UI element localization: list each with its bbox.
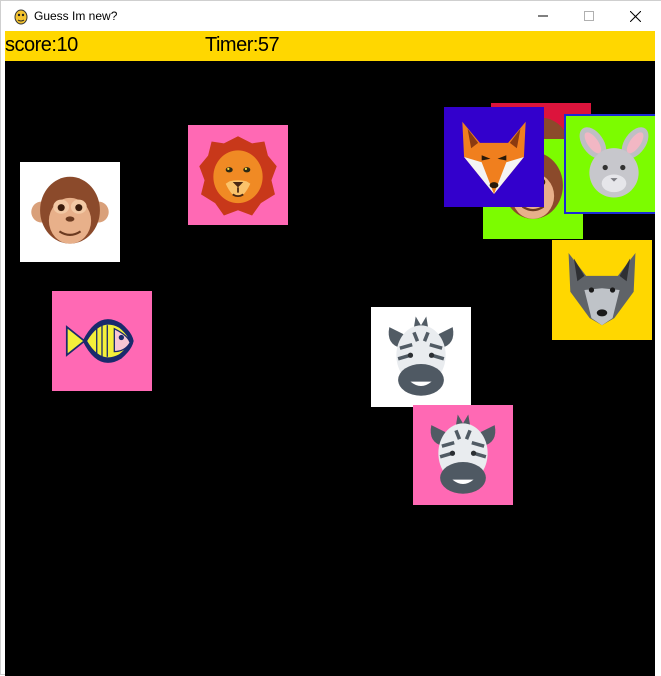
game-window: Guess Im new? score:10 Timer:57 [0, 0, 661, 676]
rabbit-icon [579, 127, 649, 198]
minimize-icon [538, 15, 548, 17]
fish-icon [65, 319, 134, 363]
hud-bar: score:10 Timer:57 [5, 31, 655, 61]
fox-icon [462, 121, 526, 194]
maximize-button[interactable] [566, 1, 612, 31]
animal-card-monkey[interactable] [20, 162, 120, 262]
animal-card-fish[interactable] [52, 291, 152, 391]
animal-card-lion[interactable] [188, 125, 288, 225]
score-label: score:10 [5, 34, 78, 56]
wolf-icon [568, 253, 636, 326]
lion-icon [199, 136, 277, 216]
animal-card-fox[interactable] [444, 107, 544, 207]
game-canvas[interactable]: score:10 Timer:57 [5, 31, 655, 676]
animal-card-wolf[interactable] [552, 240, 652, 340]
window-title: Guess Im new? [34, 9, 118, 23]
title-bar[interactable]: Guess Im new? [1, 1, 661, 31]
close-icon [629, 10, 641, 22]
close-button[interactable] [612, 1, 658, 31]
animal-card-zebra-pink[interactable] [413, 405, 513, 505]
minimize-button[interactable] [520, 1, 566, 31]
animal-card-rabbit[interactable] [564, 114, 655, 214]
monkey-icon [31, 176, 109, 244]
pygame-snake-icon [13, 7, 29, 25]
timer-label: Timer:57 [205, 34, 280, 56]
zebra-icon [430, 414, 496, 494]
maximize-icon [584, 11, 594, 21]
window-border [655, 31, 661, 676]
zebra-icon [388, 316, 454, 396]
animal-card-zebra[interactable] [371, 307, 471, 407]
